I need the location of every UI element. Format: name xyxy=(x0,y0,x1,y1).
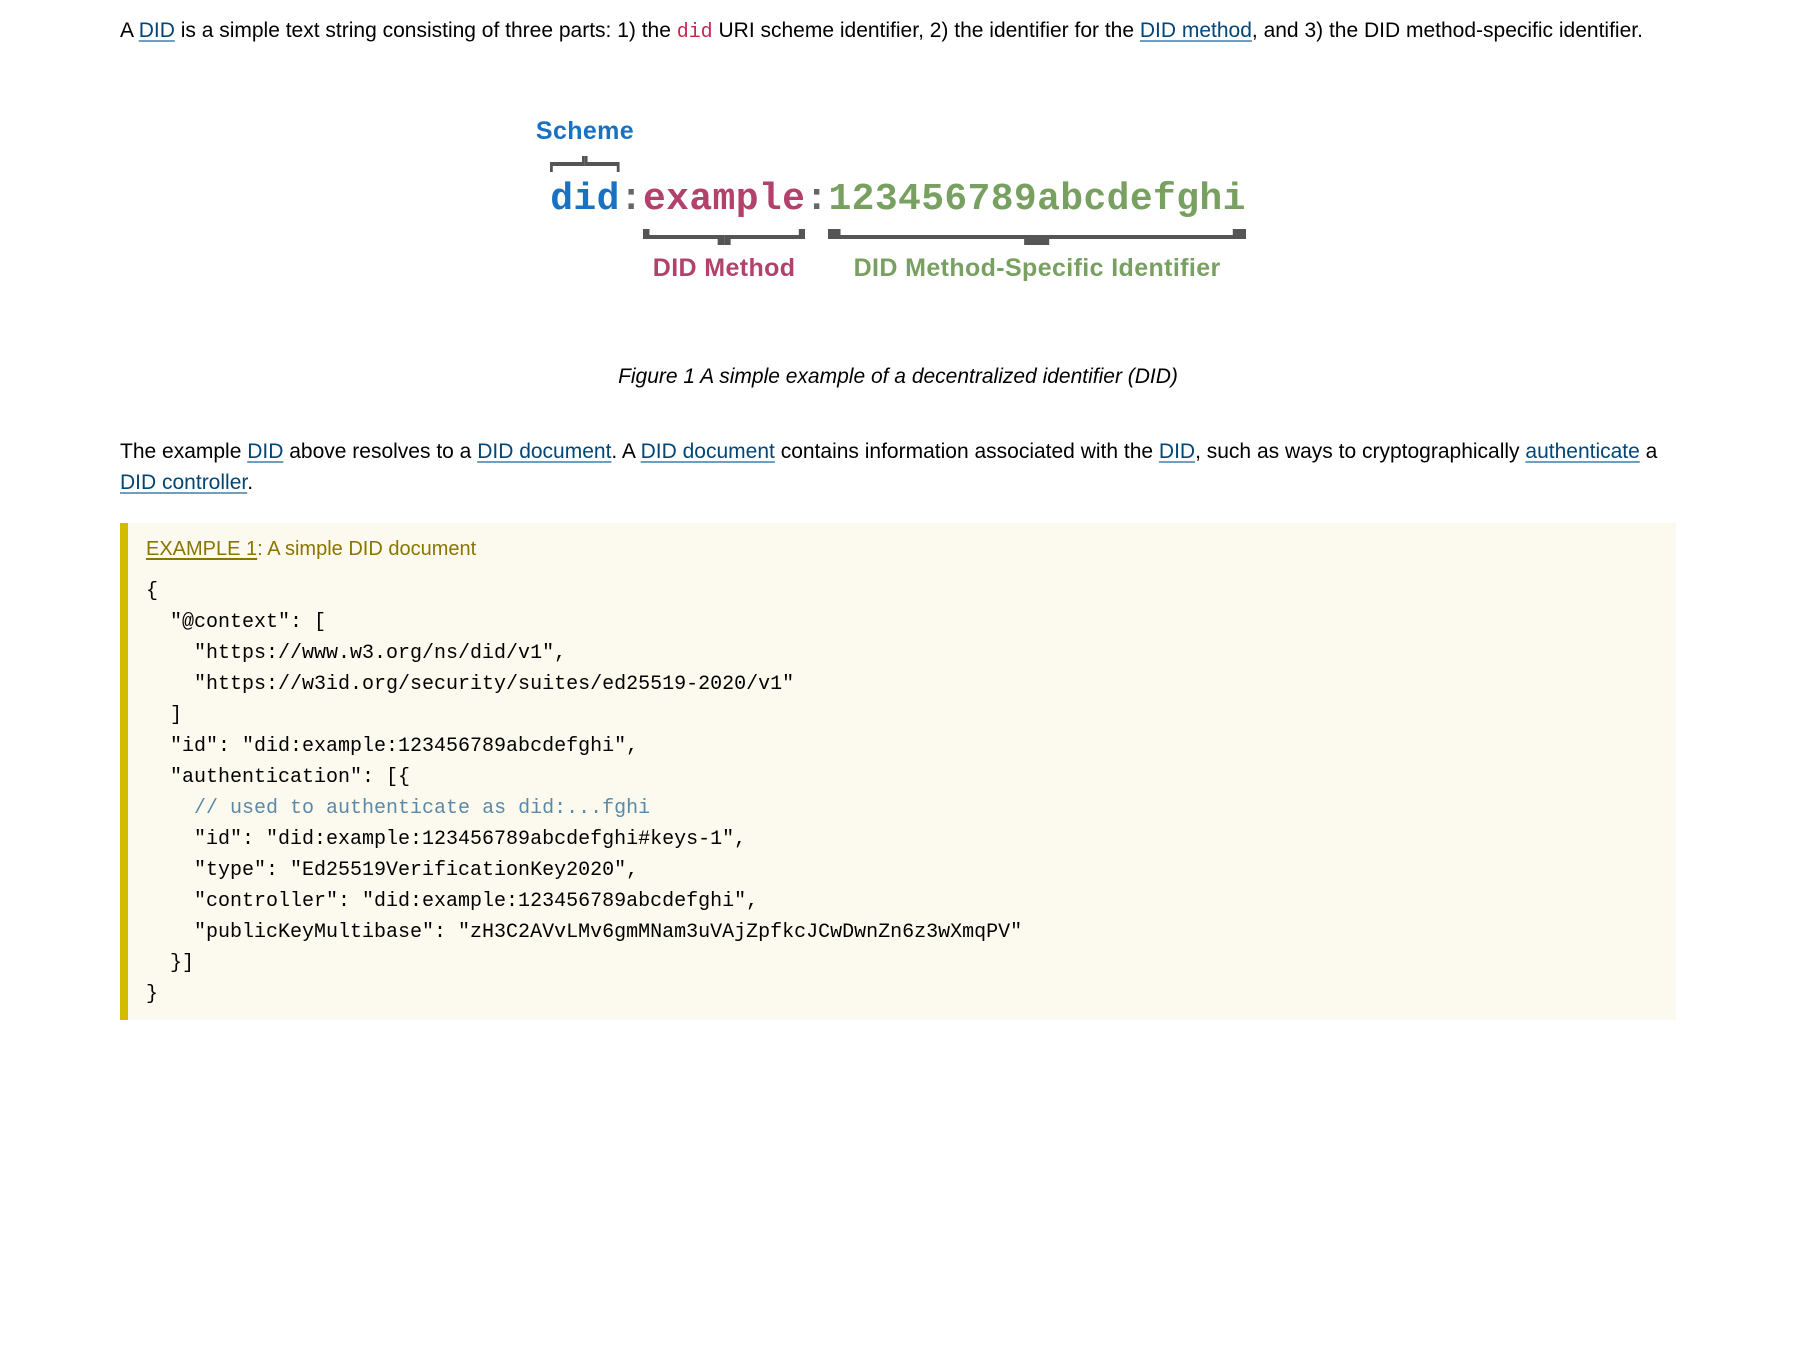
did-string: Scheme did : example xyxy=(550,172,1246,227)
code-did-scheme: did xyxy=(677,20,713,43)
label-msi: DID Method-Specific Identifier xyxy=(854,250,1221,286)
example-marker-link[interactable]: EXAMPLE 1 xyxy=(146,538,257,560)
bracket-msi xyxy=(828,229,1245,249)
text: . A xyxy=(611,440,640,463)
link-did-document[interactable]: DID document xyxy=(477,440,611,463)
figure-1: Scheme did : example xyxy=(120,102,1676,393)
figure-number: Figure 1 xyxy=(618,365,695,388)
did-diagram: Scheme did : example xyxy=(550,102,1246,307)
figure-caption-text: A simple example of a decentralized iden… xyxy=(695,365,1178,388)
page-body: A DID is a simple text string consisting… xyxy=(0,0,1796,1020)
link-authenticate[interactable]: authenticate xyxy=(1525,440,1639,463)
text: URI scheme identifier, 2) the identifier… xyxy=(713,19,1140,42)
intro-paragraph-1: A DID is a simple text string consisting… xyxy=(120,16,1676,47)
label-scheme: Scheme xyxy=(536,113,634,149)
code-comment: // used to authenticate as did:...fghi xyxy=(194,797,650,820)
link-did[interactable]: DID xyxy=(1159,440,1195,463)
figure-caption: Figure 1 A simple example of a decentral… xyxy=(120,362,1676,392)
example-code: { "@context": [ "https://www.w3.org/ns/d… xyxy=(146,576,1658,1010)
scheme-text: did xyxy=(550,178,620,221)
text: a xyxy=(1640,440,1658,463)
intro-paragraph-2: The example DID above resolves to a DID … xyxy=(120,437,1676,498)
link-did-document[interactable]: DID document xyxy=(641,440,775,463)
example-title: EXAMPLE 1: A simple DID document xyxy=(146,535,1658,564)
text: . xyxy=(247,471,253,494)
text: , such as ways to cryptographically xyxy=(1195,440,1525,463)
text: above resolves to a xyxy=(283,440,477,463)
code-part-1: { "@context": [ "https://www.w3.org/ns/d… xyxy=(146,580,794,820)
code-part-2: "id": "did:example:123456789abcdefghi#ke… xyxy=(146,828,1022,1006)
link-did[interactable]: DID xyxy=(139,19,175,42)
example-box: EXAMPLE 1: A simple DID document { "@con… xyxy=(120,523,1676,1020)
example-sep: : xyxy=(257,538,267,560)
colon-1: : xyxy=(620,172,643,227)
method-text: example xyxy=(643,178,805,221)
label-method: DID Method xyxy=(653,250,796,286)
example-name: A simple DID document xyxy=(267,538,476,560)
link-did-controller[interactable]: DID controller xyxy=(120,471,247,494)
text: The example xyxy=(120,440,247,463)
link-did[interactable]: DID xyxy=(247,440,283,463)
segment-msi: 123456789abcdefghi DID Method-Specific I… xyxy=(828,172,1245,227)
colon-2: : xyxy=(805,172,828,227)
text: , and 3) the DID method-specific identif… xyxy=(1252,19,1643,42)
text: A xyxy=(120,19,139,42)
msi-text: 123456789abcdefghi xyxy=(828,178,1245,221)
bracket-method xyxy=(643,229,805,249)
segment-scheme: Scheme did xyxy=(550,172,620,227)
text: contains information associated with the xyxy=(775,440,1159,463)
bracket-scheme xyxy=(550,152,620,172)
segment-method: example DID Method xyxy=(643,172,805,227)
text: is a simple text string consisting of th… xyxy=(175,19,677,42)
link-did-method[interactable]: DID method xyxy=(1140,19,1252,42)
